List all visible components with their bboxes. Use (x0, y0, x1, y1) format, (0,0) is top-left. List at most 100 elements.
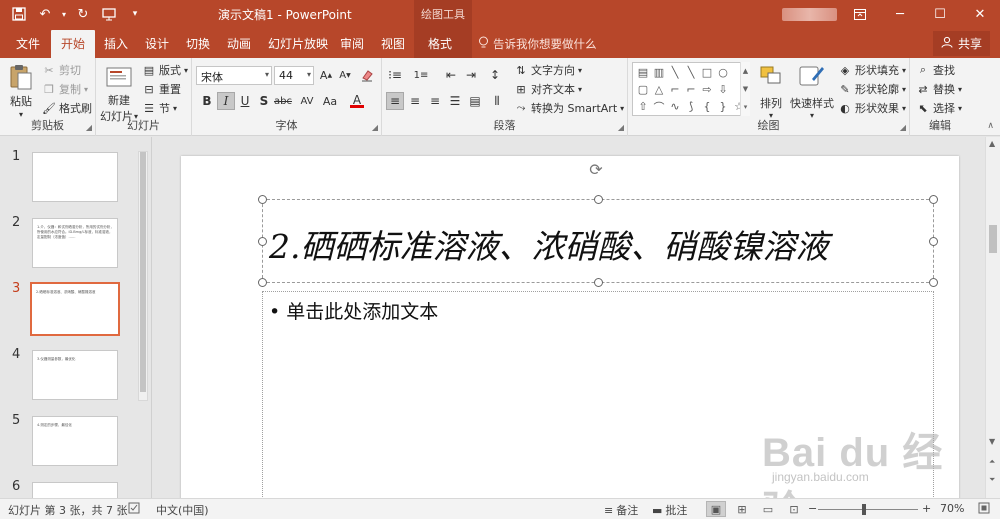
slide-title[interactable]: 2.硒硒标准溶液、浓硝酸、硝酸镍溶液 (269, 220, 829, 268)
font-size-dropdown-icon[interactable]: ▾ (307, 70, 311, 79)
zoom-in-icon[interactable]: + (922, 502, 931, 515)
tell-me-box[interactable]: 告诉我你想要做什么 (478, 36, 597, 52)
justify-icon[interactable]: ☰ (446, 92, 464, 110)
tab-file[interactable]: 文件 (16, 35, 40, 52)
layout-button[interactable]: ▤ 版式 ▾ (142, 62, 188, 78)
shape-rounded-rect-icon[interactable]: ▢ (635, 81, 651, 98)
drawing-launcher-icon[interactable]: ◢ (900, 123, 906, 132)
shape-elbow2-icon[interactable]: ⌐ (683, 81, 699, 98)
tab-design[interactable]: 设计 (145, 35, 169, 52)
resize-handle-middle-right[interactable] (929, 237, 938, 246)
comments-button[interactable]: ▬ 批注 (652, 502, 687, 518)
tab-insert[interactable]: 插入 (104, 35, 128, 52)
shape-rectangle-icon[interactable]: □ (699, 64, 715, 81)
underline-icon[interactable]: U (236, 92, 254, 110)
present-icon[interactable] (98, 4, 120, 24)
font-launcher-icon[interactable]: ◢ (372, 123, 378, 132)
shape-vertical-textbox-icon[interactable]: ▥ (651, 64, 667, 81)
copy-button[interactable]: ❐ 复制 ▾ (42, 81, 88, 97)
format-painter-button[interactable]: 🖌 格式刷 (42, 100, 92, 116)
shape-arrow-up-icon[interactable]: ⇧ (635, 98, 651, 115)
shape-arrow-right-icon[interactable]: ⇨ (699, 81, 715, 98)
slideshow-view-icon[interactable]: ⊡ (784, 501, 804, 517)
replace-button[interactable]: ⇄ 替换 ▾ (916, 81, 962, 97)
gallery-down-icon[interactable]: ▼ (743, 85, 748, 93)
reset-button[interactable]: ⊟ 重置 (142, 81, 181, 97)
shape-line2-icon[interactable]: ╲ (683, 64, 699, 81)
align-text-button[interactable]: ⊞ 对齐文本 ▾ (514, 81, 582, 97)
font-size-combo[interactable]: 44 ▾ (274, 66, 314, 85)
italic-icon[interactable]: I (217, 92, 235, 110)
rotate-handle-icon[interactable]: ⟳ (587, 160, 605, 179)
tab-format[interactable]: 格式 (428, 35, 452, 52)
title-placeholder[interactable]: 2.硒硒标准溶液、浓硝酸、硝酸镍溶液 (258, 195, 938, 287)
shape-curve-icon[interactable]: ∿ (667, 98, 683, 115)
text-shadow-icon[interactable]: S (255, 92, 273, 110)
numbering-icon[interactable]: 1≡ (412, 66, 430, 84)
language-status[interactable]: 中文(中国) (156, 502, 209, 518)
shapes-gallery[interactable]: ▤ ▥ ╲ ╲ □ ○ ▢ △ ⌐ ⌐ ⇨ ⇩ ⇧ ⌒ ∿ ⟆ { } ☆ (632, 62, 750, 116)
select-button[interactable]: ⬉ 选择 ▾ (916, 100, 962, 116)
slide-thumbnail-1[interactable] (32, 152, 118, 202)
shape-freeform-icon[interactable]: ⟆ (683, 98, 699, 115)
scroll-down-icon[interactable]: ▼ (989, 437, 995, 446)
convert-smartart-button[interactable]: ⤳ 转换为 SmartArt ▾ (514, 100, 625, 116)
line-spacing-icon[interactable]: ↕ (486, 66, 504, 84)
columns-icon[interactable]: ⫴ (488, 92, 506, 110)
resize-handle-bottom-left[interactable] (258, 278, 267, 287)
shape-brace-left-icon[interactable]: { (699, 98, 715, 115)
resize-handle-middle-left[interactable] (258, 237, 267, 246)
scroll-up-icon[interactable]: ▲ (989, 139, 995, 148)
find-button[interactable]: ⌕ 查找 (916, 62, 955, 78)
font-name-dropdown-icon[interactable]: ▾ (265, 70, 269, 79)
save-icon[interactable] (8, 4, 30, 24)
slide-thumbnail-6[interactable] (32, 482, 118, 498)
tab-transitions[interactable]: 切换 (186, 35, 210, 52)
paste-button[interactable]: 粘贴 ▾ (6, 62, 36, 119)
shape-fill-button[interactable]: ◈ 形状填充 ▾ (838, 62, 906, 78)
slide-sorter-view-icon[interactable]: ⊞ (732, 501, 752, 517)
body-placeholder-text[interactable]: • 单击此处添加文本 (269, 297, 438, 324)
new-slide-button[interactable]: 新建 幻灯片 ▾ (100, 62, 138, 124)
clipboard-launcher-icon[interactable]: ◢ (86, 123, 92, 132)
paragraph-launcher-icon[interactable]: ◢ (618, 123, 624, 132)
normal-view-icon[interactable]: ▣ (706, 501, 726, 517)
account-name-blurred[interactable] (782, 8, 837, 21)
align-center-icon[interactable]: ≡ (406, 92, 424, 110)
align-left-icon[interactable]: ≡ (386, 92, 404, 110)
section-button[interactable]: ☰ 节 ▾ (142, 100, 177, 116)
share-button[interactable]: 共享 (932, 31, 990, 56)
shrink-font-icon[interactable]: A ▼ (336, 66, 354, 84)
resize-handle-top-left[interactable] (258, 195, 267, 204)
distributed-icon[interactable]: ▤ (466, 92, 484, 110)
close-icon[interactable]: ✕ (960, 0, 1000, 29)
character-spacing-icon[interactable]: AV (298, 92, 316, 110)
shape-textbox-icon[interactable]: ▤ (635, 64, 651, 81)
ribbon-display-options-icon[interactable] (840, 0, 880, 29)
bold-icon[interactable]: B (198, 92, 216, 110)
thumbnail-scrollbar[interactable] (138, 151, 148, 401)
redo-icon[interactable]: ↻ (72, 4, 94, 24)
shape-elbow-icon[interactable]: ⌐ (667, 81, 683, 98)
next-slide-icon[interactable]: ⏷ (989, 475, 995, 485)
collapse-ribbon-icon[interactable]: ∧ (987, 121, 994, 131)
zoom-out-icon[interactable]: − (808, 502, 817, 515)
shape-arc-icon[interactable]: ⌒ (651, 98, 667, 115)
shape-line-icon[interactable]: ╲ (667, 64, 683, 81)
shape-arrow-down-icon[interactable]: ⇩ (715, 81, 731, 98)
change-case-icon[interactable]: Aa (321, 92, 339, 110)
maximize-icon[interactable]: ☐ (920, 0, 960, 29)
shape-outline-button[interactable]: ✎ 形状轮廓 ▾ (838, 81, 906, 97)
bullets-icon[interactable]: ⁝≡ (386, 66, 404, 84)
increase-indent-icon[interactable]: ⇥ (462, 66, 480, 84)
zoom-slider-thumb[interactable] (862, 504, 866, 515)
undo-dropdown-icon[interactable]: ▾ (60, 4, 68, 24)
zoom-level[interactable]: 70% (940, 502, 964, 515)
tab-view[interactable]: 视图 (381, 35, 405, 52)
spelling-icon[interactable] (128, 502, 140, 514)
grow-font-icon[interactable]: A ▲ (317, 66, 335, 84)
gallery-up-icon[interactable]: ▲ (743, 67, 748, 75)
shape-brace-right-icon[interactable]: } (715, 98, 731, 115)
resize-handle-bottom-right[interactable] (929, 278, 938, 287)
resize-handle-top-right[interactable] (929, 195, 938, 204)
